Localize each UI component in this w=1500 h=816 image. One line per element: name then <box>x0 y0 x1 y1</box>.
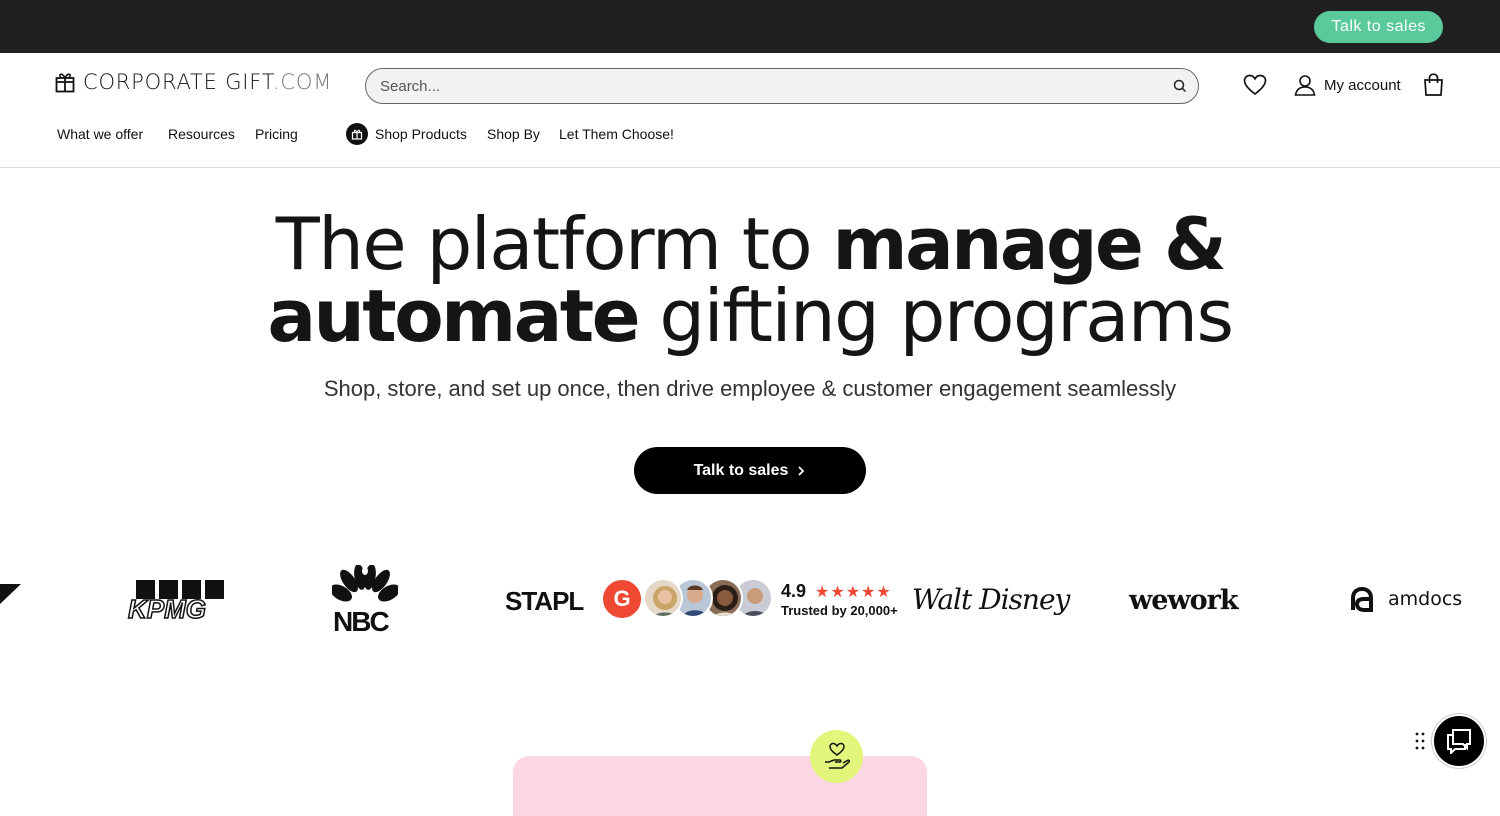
reviewer-avatar <box>643 578 683 618</box>
drag-handle-icon[interactable] <box>1415 732 1425 750</box>
gift-icon <box>351 129 363 140</box>
hero-subtitle: Shop, store, and set up once, then drive… <box>323 376 1177 401</box>
g2-badge: G <box>601 578 643 620</box>
partial-brand-logo <box>0 584 21 604</box>
nav-what-we-offer[interactable]: What we offer <box>57 126 143 142</box>
rating-value: 4.9 <box>781 581 807 601</box>
amdocs-logo: amdocs <box>1388 588 1463 610</box>
amdocs-icon <box>1351 586 1373 612</box>
hero-cta-label: Talk to sales <box>693 461 789 479</box>
heart-hand-icon <box>824 742 850 769</box>
hero-title: The platform to manage & automate giftin… <box>267 202 1234 358</box>
nav-shop-by[interactable]: Shop By <box>487 126 540 142</box>
rating-stars: ★★★★★ <box>815 584 892 601</box>
nav-shop-products[interactable]: Shop Products <box>375 126 467 142</box>
trusted-by-text: Trusted by 20,000+ <box>781 603 898 618</box>
chevron-right-icon <box>798 465 805 476</box>
my-account-link[interactable]: My account <box>1294 74 1401 96</box>
kpmg-logo: KPMG <box>127 593 207 625</box>
staples-logo: STAPL <box>505 586 584 616</box>
shop-products-badge <box>346 123 368 145</box>
disney-logo: Walt Disney <box>912 583 1070 616</box>
my-account-label: My account <box>1324 76 1401 94</box>
gift-icon <box>55 73 75 93</box>
logo-text: CORPORATE GIFT.COM <box>83 70 333 94</box>
wework-logo: wework <box>1129 585 1239 616</box>
nbc-peacock-icon <box>330 564 400 610</box>
bag-icon[interactable] <box>1423 73 1444 97</box>
talk-to-sales-hero-button[interactable]: Talk to sales <box>634 447 866 494</box>
talk-to-sales-top-button[interactable]: Talk to sales <box>1314 11 1443 43</box>
heart-icon[interactable] <box>1243 74 1267 96</box>
chat-icon <box>1447 729 1471 754</box>
gift-heart-bubble <box>810 730 863 783</box>
search-input[interactable] <box>380 69 1160 103</box>
nav-pricing[interactable]: Pricing <box>255 126 298 142</box>
nav-let-them-choose[interactable]: Let Them Choose! <box>559 126 674 142</box>
top-announcement-bar: Talk to sales <box>0 0 1500 53</box>
chat-widget-button[interactable] <box>1432 714 1486 768</box>
search-bar <box>365 68 1199 104</box>
user-icon <box>1294 75 1316 96</box>
feature-card-preview <box>513 756 927 816</box>
site-header: CORPORATE GIFT.COM My account What we of… <box>0 53 1500 168</box>
nbc-logo: NBC <box>333 606 390 637</box>
site-logo[interactable]: CORPORATE GIFT.COM <box>55 69 332 95</box>
nav-resources[interactable]: Resources <box>168 126 235 142</box>
search-icon[interactable] <box>1172 78 1188 94</box>
